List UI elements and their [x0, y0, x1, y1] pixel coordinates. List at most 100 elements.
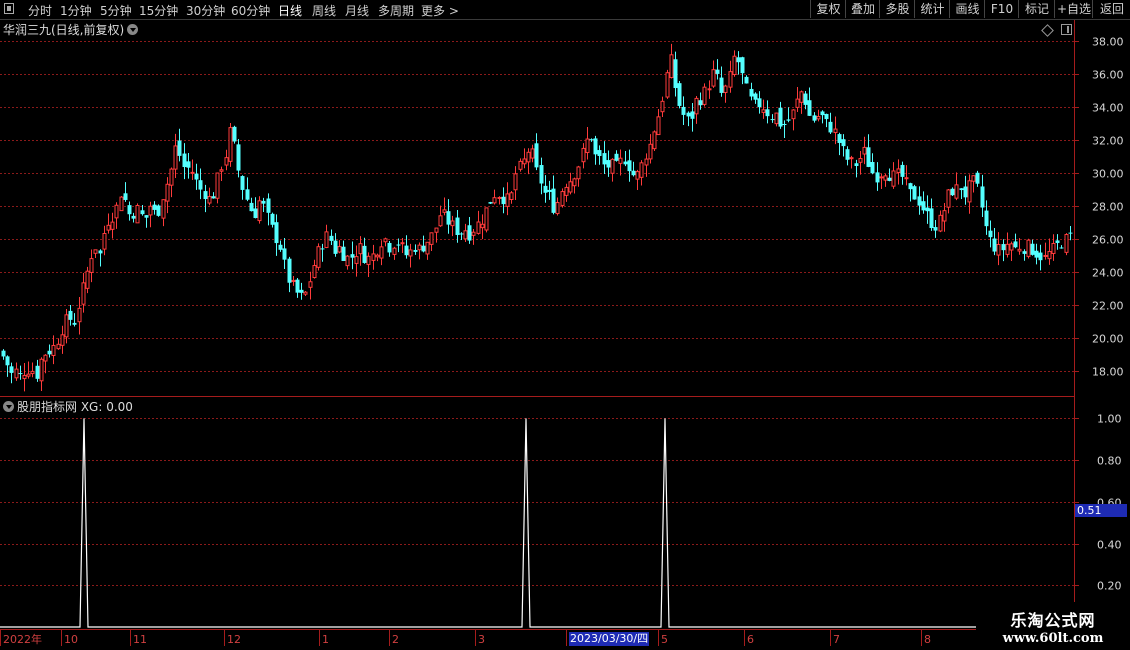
candle-body [925, 207, 930, 212]
candle-body [908, 183, 913, 190]
time-label-9: 6 [747, 633, 754, 646]
candle-body [959, 188, 964, 191]
candle-body [341, 246, 346, 261]
candle-body [623, 161, 628, 165]
candle-body [694, 97, 699, 115]
stock-title: 华润三九(日线,前复权) [3, 23, 125, 37]
candle-body [530, 148, 535, 159]
candle-body [295, 279, 300, 293]
candle-body [425, 241, 430, 255]
candle-body [488, 202, 493, 204]
candle-body [467, 225, 472, 241]
candle-body [866, 147, 871, 167]
candle-body [291, 279, 296, 282]
candle-body [673, 59, 678, 89]
candle-body [1001, 244, 1006, 251]
candle-body [51, 344, 56, 357]
candle-body [509, 192, 514, 201]
candle-body [257, 200, 262, 222]
main-pane-title: 华润三九(日线,前复权) [3, 21, 139, 38]
candle-body [1068, 232, 1073, 234]
candle-body [417, 244, 422, 251]
candle-body [648, 143, 653, 160]
candle-body [770, 119, 775, 121]
chevron-down-icon[interactable] [3, 401, 14, 412]
candle-body [1051, 243, 1056, 254]
candle-body [669, 54, 674, 79]
candle-body [539, 165, 544, 184]
candle-body [929, 208, 934, 229]
watermark: 乐淘公式网 www.60lt.com [976, 602, 1130, 650]
xg-line [0, 418, 1074, 628]
candle-body [9, 366, 14, 373]
indicator-tick-label: 0.20 [1097, 580, 1122, 593]
candle-body [114, 204, 119, 219]
indicator-tick-label: 0.80 [1097, 455, 1122, 468]
candle-body [719, 77, 724, 93]
candle-body [602, 153, 607, 165]
candle-body [581, 147, 586, 163]
candle-body [400, 242, 405, 245]
candle-body [492, 197, 497, 204]
time-label-1: 10 [64, 633, 78, 646]
candle-body [324, 231, 329, 248]
candle-body [224, 157, 229, 166]
candle-body [711, 69, 716, 87]
candle-body [383, 238, 388, 243]
candle-body [1022, 251, 1027, 254]
candle-body [253, 208, 258, 219]
candle-body [816, 116, 821, 120]
candle-body [413, 249, 418, 252]
kline-chart[interactable]: 18.00 20.00 22.00 24.00 26.00 28.00 30.00 32.00… [0, 0, 1130, 650]
candle-body [597, 150, 602, 157]
candle-body [47, 350, 52, 355]
candle-body [93, 249, 98, 254]
candle-body [152, 204, 157, 210]
candle-body [438, 215, 443, 227]
candle-body [845, 149, 850, 160]
candle-body [799, 91, 804, 103]
candle-body [576, 166, 581, 180]
candle-body [1005, 243, 1010, 255]
candle-body [879, 176, 884, 179]
candle-body [392, 247, 397, 255]
candle-body [572, 178, 577, 187]
candle-body [1043, 254, 1048, 257]
candle-body [135, 205, 140, 224]
candle-body [824, 113, 829, 120]
candle-body [203, 191, 208, 200]
candle-body [270, 213, 275, 225]
candle-body [463, 230, 468, 240]
candle-body [39, 358, 44, 382]
candle-body [1013, 241, 1018, 248]
candle-body [56, 343, 61, 350]
candle-body [917, 196, 922, 206]
candle-body [526, 151, 531, 163]
candle-body [211, 196, 216, 199]
candle-body [740, 57, 745, 74]
time-label-8: 5 [661, 633, 668, 646]
candle-body [753, 93, 758, 100]
window-restore-icon[interactable] [1061, 24, 1072, 35]
candle-body [547, 189, 552, 192]
candle-body [656, 116, 661, 136]
price-tick-label: 36.00 [1092, 69, 1124, 82]
candle-body [501, 196, 506, 205]
candle-body [35, 365, 40, 379]
candle-body [1047, 251, 1052, 260]
candle-body [543, 185, 548, 193]
chevron-down-icon[interactable] [127, 24, 139, 35]
candle-body [614, 153, 619, 161]
candle-body [165, 183, 170, 202]
candle-body [240, 176, 245, 190]
candle-body [316, 246, 321, 268]
candle-body [627, 160, 632, 172]
candle-body [870, 161, 875, 174]
candle-body [387, 242, 392, 253]
candle-body [698, 100, 703, 106]
candle-body [736, 57, 741, 63]
candle-body [236, 144, 241, 171]
candle-body [585, 138, 590, 154]
candle-body [975, 172, 980, 184]
price-tick-label: 34.00 [1092, 102, 1124, 115]
